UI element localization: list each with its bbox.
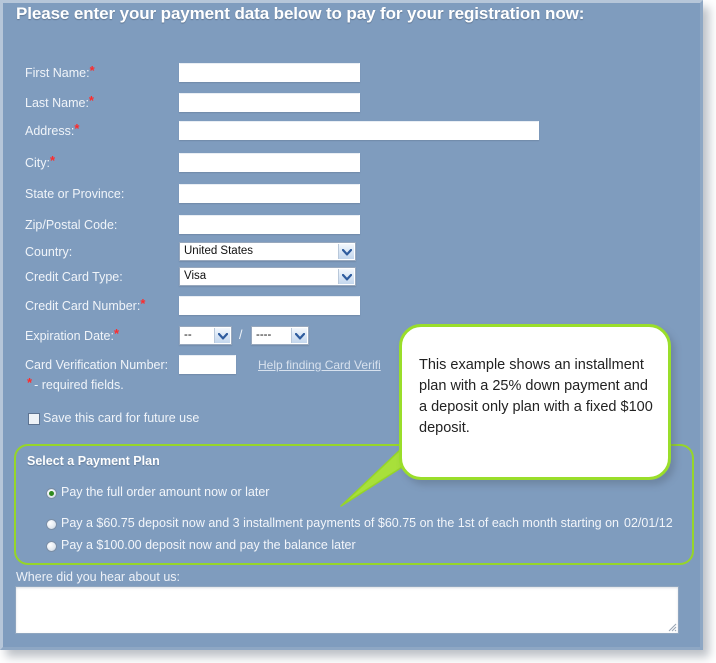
save-card-checkbox[interactable] [28,413,40,425]
required-asterisk: * [140,296,146,311]
chevron-down-icon[interactable] [214,328,230,343]
page-title: Please enter your payment data below to … [16,4,585,23]
card-number-input[interactable] [179,296,360,315]
card-type-select-value: Visa [184,270,207,282]
last-name-input[interactable] [179,93,360,112]
hear-about-label: Where did you hear about us: [16,570,180,584]
resize-grip-icon[interactable] [665,620,677,632]
radio-icon-installment[interactable] [46,519,57,530]
required-asterisk: * [88,93,94,108]
radio-icon-full[interactable] [46,488,57,499]
expiration-label: Expiration Date:* [25,326,119,343]
chevron-down-icon[interactable] [291,328,307,343]
help-finding-cvn-link[interactable]: Help finding Card Verifi [258,358,381,372]
payment-form-window: Please enter your payment data below to … [0,0,703,650]
first-name-input[interactable] [179,63,360,82]
city-input[interactable] [179,153,360,172]
card-type-label: Credit Card Type: [25,270,123,284]
payment-plan-option-installment-label: Pay a $60.75 deposit now and 3 installme… [61,516,673,530]
callout-bubble: This example shows an installment plan w… [399,324,671,480]
payment-plan-option-full-label: Pay the full order amount now or later [61,485,270,499]
address-label: Address:* [25,121,80,138]
country-label: Country: [25,245,73,259]
expiration-year-value: ---- [256,329,272,341]
zip-label: Zip/Postal Code: [25,218,118,232]
required-asterisk: * [74,121,80,136]
required-asterisk: * [27,375,33,390]
card-number-label: Credit Card Number:* [25,296,146,313]
required-asterisk: * [50,153,56,168]
expiration-month-select[interactable]: -- [179,326,232,345]
save-card-label: Save this card for future use [43,411,200,425]
expiration-year-select[interactable]: ---- [251,326,309,345]
expiration-month-value: -- [184,329,192,341]
address-input[interactable] [179,121,539,140]
first-name-label: First Name:* [25,63,95,80]
country-select-value: United States [184,245,254,257]
expiration-separator: / [239,328,243,342]
payment-plan-title: Select a Payment Plan [27,454,160,468]
required-fields-note: * - required fields. [27,375,124,392]
hear-about-textarea[interactable] [15,586,679,634]
radio-icon-deposit[interactable] [46,541,57,552]
city-label: City:* [25,153,56,170]
cvn-input[interactable] [179,355,236,374]
required-asterisk: * [89,63,95,78]
country-select[interactable]: United States [179,242,356,261]
required-asterisk: * [113,326,119,341]
last-name-label: Last Name:* [25,93,94,110]
state-input[interactable] [179,184,360,203]
chevron-down-icon[interactable] [338,244,354,259]
chevron-down-icon[interactable] [338,269,354,284]
callout-text: This example shows an installment plan w… [419,357,653,436]
card-type-select[interactable]: Visa [179,267,356,286]
payment-plan-option-deposit-label: Pay a $100.00 deposit now and pay the ba… [61,538,356,552]
cvn-label: Card Verification Number: [25,358,169,372]
installment-start-date: 02/01/12 [624,516,673,530]
state-label: State or Province: [25,187,125,201]
zip-input[interactable] [179,215,360,234]
